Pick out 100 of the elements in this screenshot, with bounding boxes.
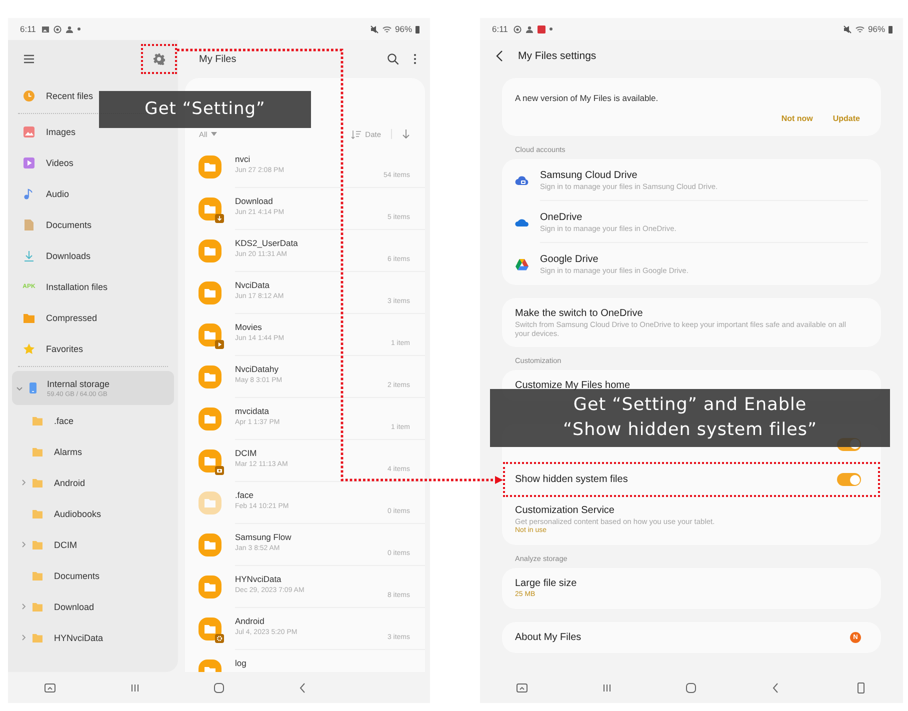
item-label: Videos — [46, 158, 74, 168]
folder-icon — [32, 478, 43, 488]
folder-icon — [32, 570, 43, 580]
battery-icon — [415, 24, 420, 34]
file-name: Download — [235, 196, 274, 206]
folder-icon — [198, 281, 222, 305]
folder-tree-item[interactable]: Audiobooks — [8, 498, 178, 529]
folder-tree-item[interactable]: Download — [8, 591, 178, 622]
cloud-icon — [515, 174, 529, 186]
app-title: My Files — [199, 54, 236, 64]
home-icon[interactable] — [213, 682, 226, 694]
folder-icon — [32, 416, 43, 426]
sidebar-item[interactable]: Documents — [8, 209, 178, 240]
item-label: Favorites — [46, 344, 84, 354]
download-icon — [23, 250, 35, 262]
sort-icon — [351, 130, 362, 138]
folder-icon — [198, 575, 222, 599]
caret-down-icon — [211, 132, 218, 136]
item-label: Documents — [46, 220, 92, 230]
file-name: .face — [235, 490, 254, 500]
menu-icon[interactable] — [23, 54, 35, 64]
settings-row[interactable]: Show hidden system files — [502, 464, 881, 495]
item-label: Images — [46, 126, 76, 136]
arrow-down-icon[interactable] — [402, 129, 410, 139]
screen-title: My Files settings — [518, 50, 596, 62]
home-icon[interactable] — [685, 682, 698, 694]
annotation-tooltip: Get “Setting” and Enable “Show hidden system files” — [490, 389, 890, 447]
file-name: NvciDatahy — [235, 364, 280, 374]
screenshot-icon[interactable] — [516, 682, 528, 694]
folder-label: Audiobooks — [54, 508, 102, 518]
item-label: Downloads — [46, 250, 91, 260]
document-icon — [23, 218, 35, 230]
more-options-icon[interactable] — [413, 53, 417, 65]
storage-label: Internal storage — [47, 378, 110, 388]
dot-icon — [76, 27, 81, 31]
chevron-down-icon[interactable] — [16, 384, 23, 392]
star-icon — [23, 342, 35, 354]
sidebar-item[interactable]: Videos — [8, 147, 178, 178]
row-title: OneDrive — [540, 210, 584, 224]
file-name: Samsung Flow — [235, 532, 292, 542]
file-name: mvcidata — [235, 406, 270, 416]
target-icon — [52, 24, 62, 34]
screenshot-icon[interactable] — [44, 682, 56, 694]
file-name: HYNvciData — [235, 574, 282, 584]
image-icon — [40, 24, 50, 34]
row-title: About My Files — [515, 631, 582, 644]
file-name: Movies — [235, 322, 263, 332]
folder-icon — [198, 617, 222, 641]
row-title: Large file size — [515, 577, 578, 590]
phone-icon — [29, 382, 37, 394]
back-icon[interactable] — [495, 50, 505, 62]
folder-icon — [198, 491, 222, 515]
recent-apps-icon[interactable] — [128, 682, 141, 694]
recent-apps-icon[interactable] — [600, 682, 613, 694]
person-icon — [64, 24, 74, 34]
folder-icon — [32, 508, 43, 518]
folder-label: Download — [54, 602, 94, 612]
file-name: Android — [235, 616, 266, 626]
folder-icon — [198, 533, 222, 557]
row-title: Samsung Cloud Drive — [540, 168, 638, 182]
mute-icon — [370, 24, 379, 34]
sidebar-item[interactable]: Downloads — [8, 240, 178, 271]
folder-icon — [198, 449, 222, 473]
triangle-icon — [515, 258, 529, 270]
search-icon[interactable] — [387, 53, 399, 65]
file-name: log — [235, 658, 248, 668]
row-title: Google Drive — [540, 253, 600, 266]
file-name: KDS2_UserData — [235, 238, 299, 248]
folder-icon — [198, 323, 222, 347]
folder-tree-item[interactable]: Android — [8, 467, 178, 498]
target-icon — [512, 24, 522, 34]
folder-label: Documents — [54, 570, 100, 580]
file-name: DCIM — [235, 448, 258, 458]
video-icon — [23, 156, 35, 168]
folder-tree-item[interactable]: Documents — [8, 560, 178, 591]
status-time: 6:11 — [492, 24, 508, 34]
battery-icon — [888, 24, 893, 34]
row-title: Customization Service — [515, 504, 616, 517]
folder-icon — [198, 407, 222, 431]
sidebar-item[interactable]: Favorites — [8, 333, 178, 364]
folder-tree-item[interactable]: Alarms — [8, 436, 178, 467]
phone-outline-icon[interactable] — [854, 682, 867, 694]
item-label: Compressed — [46, 312, 98, 322]
toggle-switch[interactable] — [837, 473, 861, 486]
sidebar-item[interactable]: Audio — [8, 178, 178, 209]
folder-tree-item[interactable]: DCIM — [8, 529, 178, 560]
item-label: Audio — [46, 188, 70, 198]
mute-icon — [842, 24, 852, 34]
folder-label: DCIM — [54, 540, 77, 550]
item-label: Installation files — [46, 282, 108, 292]
folder-tree-item[interactable]: HYNvciData — [8, 622, 178, 653]
folder-icon — [198, 239, 222, 263]
folder-icon — [23, 312, 35, 324]
battery-percent: 96% — [394, 24, 412, 34]
folder-tree-item[interactable]: .face — [8, 405, 178, 436]
file-name: NvciData — [235, 280, 270, 290]
sidebar-item[interactable]: Compressed — [8, 302, 178, 333]
battery-percent: 96% — [868, 24, 885, 34]
person-icon — [524, 24, 534, 34]
folder-icon — [32, 632, 43, 642]
